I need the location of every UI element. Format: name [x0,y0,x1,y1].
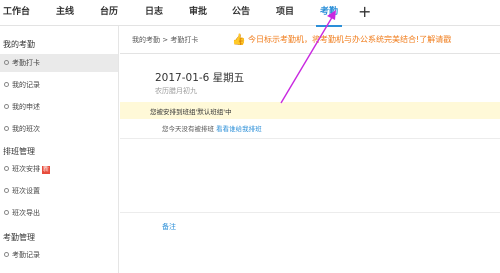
tab-project[interactable]: 项目 [276,0,294,26]
sidebar-item-clock-in[interactable]: 考勤打卡 [0,54,118,72]
tab-attendance[interactable]: 考勤 [315,0,343,27]
tab-mainline[interactable]: 主线 [56,0,74,26]
sidebar-item-shift-export[interactable]: 班次导出 [0,204,118,222]
sidebar-item-shift-settings[interactable]: 班次设置 [0,182,118,200]
divider [120,138,500,139]
tab-calendar[interactable]: 台历 [100,0,118,26]
tab-workbench[interactable]: 工作台 [3,0,30,26]
sidebar-item-label: 班次设置 [12,187,40,195]
tab-announcement[interactable]: 公告 [232,0,250,26]
new-badge: 新 [42,166,51,174]
sidebar-item-label: 我的记录 [12,81,40,89]
sidebar-item-shift-arrange[interactable]: 班次安排新 [0,160,118,178]
radio-dot-icon [4,104,9,109]
radio-dot-icon [4,252,9,257]
date-heading: 2017-01-6 星期五 [155,72,245,84]
sidebar-item-my-records[interactable]: 我的记录 [0,76,118,94]
radio-dot-icon [4,210,9,215]
tab-log[interactable]: 日志 [145,0,163,26]
sidebar-item-label: 考勤打卡 [12,59,40,67]
promo-notice[interactable]: 今日标示考勤机，将考勤机与办公系统完美结合!了解请戳 [248,34,451,45]
section-attendance-manage: 考勤管理 [3,233,35,242]
sidebar-item-label: 我的申述 [12,103,40,111]
sidebar: 我的考勤 考勤打卡 我的记录 我的申述 我的班次 排班管理 班次安排新 班次设置… [0,26,119,273]
sidebar-item-label: 我的班次 [12,125,40,133]
top-navigation: 工作台 主线 台历 日志 审批 公告 项目 考勤 + [0,0,500,27]
tab-approval[interactable]: 审批 [189,0,207,26]
who-scheduled-link[interactable]: 看看谁给我排班 [216,125,262,133]
radio-dot-icon [4,188,9,193]
radio-dot-icon [4,82,9,87]
lunar-date: 农历腊月初九 [155,87,197,95]
sidebar-item-attendance-records[interactable]: 考勤记录 [0,246,118,264]
sidebar-item-label: 班次导出 [12,209,40,217]
divider [120,212,500,213]
radio-dot-icon [4,166,9,171]
thumbs-up-icon: 👍 [232,33,246,46]
breadcrumb[interactable]: 我的考勤 > 考勤打卡 [132,35,198,45]
breadcrumb-bar: 我的考勤 > 考勤打卡 今日标示考勤机，将考勤机与办公系统完美结合!了解请戳 [120,26,500,54]
no-shift-row: 您今天没有被排班 看看谁给我排班 [162,123,262,133]
no-shift-text: 您今天没有被排班 [162,125,214,133]
section-my-attendance: 我的考勤 [3,40,35,49]
section-scheduling: 排班管理 [3,147,35,156]
plus-icon[interactable]: + [358,2,371,22]
assignment-text: 您被安排到班组'默认班组'中 [150,108,232,116]
radio-dot-icon [4,60,9,65]
radio-dot-icon [4,126,9,131]
sidebar-item-label: 考勤记录 [12,251,40,259]
note-link[interactable]: 备注 [162,222,176,232]
sidebar-item-my-shifts[interactable]: 我的班次 [0,120,118,138]
sidebar-item-label: 班次安排 [12,165,40,173]
sidebar-item-my-appeals[interactable]: 我的申述 [0,98,118,116]
